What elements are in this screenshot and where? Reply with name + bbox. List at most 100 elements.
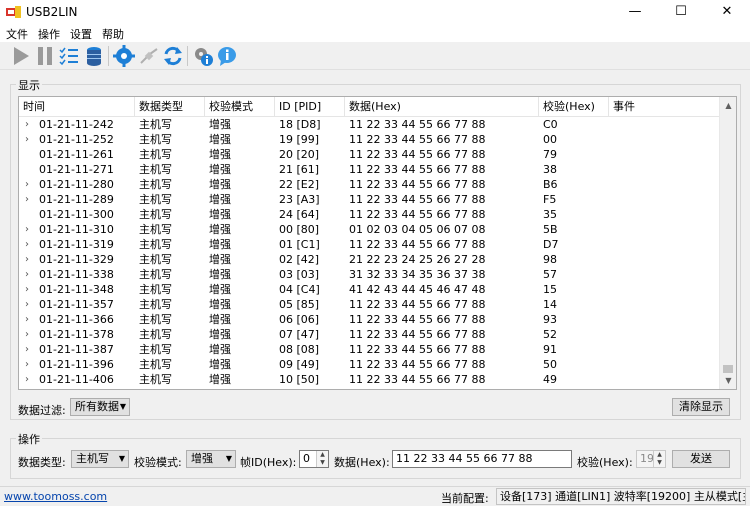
- expand-chevron-icon[interactable]: ›: [25, 297, 29, 312]
- cell-id: 05 [85]: [279, 298, 320, 311]
- about-icon[interactable]: [216, 45, 238, 67]
- table-row[interactable]: › 01-21-11-242 主机写 增强 18 [D8] 11 22 33 44 55 …: [19, 117, 719, 132]
- list-icon[interactable]: [58, 45, 80, 67]
- table-row[interactable]: › 01-21-11-310 主机写 增强 00 [80] 01 02 03 04 05 …: [19, 222, 719, 237]
- expand-chevron-icon[interactable]: ›: [25, 357, 29, 372]
- config-info-icon[interactable]: [192, 45, 214, 67]
- cell-mode: 增强: [209, 193, 231, 206]
- cell-mode: 增强: [209, 133, 231, 146]
- table-row[interactable]: › 01-21-11-378 主机写 增强 07 [47] 11 22 33 44 55 …: [19, 327, 719, 342]
- cell-data: 01 02 03 04 05 06 07 08: [349, 223, 486, 236]
- table-row[interactable]: › 01-21-11-396 主机写 增强 09 [49] 11 22 33 44 55 …: [19, 357, 719, 372]
- send-button[interactable]: 发送: [672, 450, 730, 468]
- cell-type: 主机写: [139, 253, 172, 266]
- table-row[interactable]: › 01-21-11-338 主机写 增强 03 [03] 31 32 33 34 35 …: [19, 267, 719, 282]
- pause-icon[interactable]: [34, 45, 56, 67]
- expand-chevron-icon[interactable]: ›: [25, 237, 29, 252]
- scroll-down-icon[interactable]: ▼: [720, 372, 736, 389]
- expand-chevron-icon[interactable]: ›: [25, 372, 29, 387]
- cell-check: 91: [543, 343, 557, 356]
- expand-chevron-icon[interactable]: ›: [25, 252, 29, 267]
- table-row[interactable]: › 01-21-11-387 主机写 增强 08 [08] 11 22 33 44 55 …: [19, 342, 719, 357]
- filter-select[interactable]: 所有数据 ▼: [70, 398, 130, 416]
- toolbar: [0, 42, 750, 70]
- frame-id-label: 帧ID(Hex):: [240, 456, 297, 469]
- gear-icon[interactable]: [113, 45, 135, 67]
- check-mode-select-value: 增强: [191, 452, 213, 465]
- cell-id: 10 [50]: [279, 373, 320, 386]
- column-check-mode[interactable]: 校验模式: [205, 97, 275, 117]
- expand-chevron-icon[interactable]: ›: [25, 132, 29, 147]
- data-hex-input[interactable]: 11 22 33 44 55 66 77 88: [392, 450, 572, 468]
- scroll-up-icon[interactable]: ▲: [720, 97, 736, 114]
- table-row[interactable]: 01-21-11-261 主机写 增强 20 [20] 11 22 33 44 55 6…: [19, 147, 719, 162]
- cell-time: 01-21-11-338: [39, 268, 114, 281]
- cell-data: 21 22 23 24 25 26 27 28: [349, 253, 486, 266]
- menu-settings[interactable]: 设置: [70, 26, 92, 42]
- website-link[interactable]: www.toomoss.com: [4, 490, 107, 503]
- expand-chevron-icon[interactable]: ›: [25, 282, 29, 297]
- cell-time: 01-21-11-280: [39, 178, 114, 191]
- column-event[interactable]: 事件: [609, 97, 719, 117]
- refresh-icon[interactable]: [162, 45, 184, 67]
- cell-time: 01-21-11-252: [39, 133, 114, 146]
- table-row[interactable]: › 01-21-11-319 主机写 增强 01 [C1] 11 22 33 44 55 …: [19, 237, 719, 252]
- table-row[interactable]: › 01-21-11-406 主机写 增强 10 [50] 11 22 33 44 55 …: [19, 372, 719, 387]
- table-row[interactable]: › 01-21-11-252 主机写 增强 19 [99] 11 22 33 44 55 …: [19, 132, 719, 147]
- data-type-select[interactable]: 主机写 ▼: [71, 450, 129, 468]
- frame-id-spinner[interactable]: ▲ ▼: [316, 451, 328, 467]
- column-time[interactable]: 时间: [19, 97, 135, 117]
- cell-type: 主机写: [139, 328, 172, 341]
- table-row[interactable]: › 01-21-11-357 主机写 增强 05 [85] 11 22 33 44 55 …: [19, 297, 719, 312]
- cell-time: 01-21-11-378: [39, 328, 114, 341]
- expand-chevron-icon[interactable]: ›: [25, 342, 29, 357]
- table-row[interactable]: 01-21-11-271 主机写 增强 21 [61] 11 22 33 44 55 6…: [19, 162, 719, 177]
- play-icon[interactable]: [10, 45, 32, 67]
- column-data-type[interactable]: 数据类型: [135, 97, 205, 117]
- cell-data: 11 22 33 44 55 66 77 88: [349, 148, 486, 161]
- cell-check: 98: [543, 253, 557, 266]
- cell-time: 01-21-11-406: [39, 373, 114, 386]
- column-id-pid[interactable]: ID [PID]: [275, 97, 345, 117]
- cell-id: 03 [03]: [279, 268, 320, 281]
- check-mode-select[interactable]: 增强 ▼: [186, 450, 236, 468]
- expand-chevron-icon[interactable]: ›: [25, 177, 29, 192]
- cell-data: 11 22 33 44 55 66 77 88: [349, 118, 486, 131]
- table-row[interactable]: › 01-21-11-366 主机写 增强 06 [06] 11 22 33 44 55 …: [19, 312, 719, 327]
- clear-display-button[interactable]: 清除显示: [672, 398, 730, 416]
- cell-time: 01-21-11-300: [39, 208, 114, 221]
- expand-chevron-icon[interactable]: ›: [25, 192, 29, 207]
- cell-mode: 增强: [209, 313, 231, 326]
- cell-type: 主机写: [139, 163, 172, 176]
- menu-help[interactable]: 帮助: [102, 26, 124, 42]
- plugin-icon[interactable]: [138, 45, 160, 67]
- table-row[interactable]: › 01-21-11-289 主机写 增强 23 [A3] 11 22 33 44 55 …: [19, 192, 719, 207]
- message-table[interactable]: 时间 数据类型 校验模式 ID [PID] 数据(Hex) 校验(Hex) 事件…: [18, 96, 737, 390]
- data-hex-label: 数据(Hex):: [334, 456, 390, 469]
- close-button[interactable]: ✕: [704, 0, 750, 24]
- frame-id-input[interactable]: 0 ▲ ▼: [299, 450, 329, 468]
- expand-chevron-icon[interactable]: ›: [25, 327, 29, 342]
- table-row[interactable]: › 01-21-11-329 主机写 增强 02 [42] 21 22 23 24 25 …: [19, 252, 719, 267]
- table-row[interactable]: 01-21-11-300 主机写 增强 24 [64] 11 22 33 44 55 6…: [19, 207, 719, 222]
- column-data-hex[interactable]: 数据(Hex): [345, 97, 539, 117]
- cell-data: 11 22 33 44 55 66 77 88: [349, 358, 486, 371]
- column-checksum-hex[interactable]: 校验(Hex): [539, 97, 609, 117]
- vertical-scrollbar[interactable]: ▲ ▼: [719, 97, 736, 389]
- expand-chevron-icon[interactable]: ›: [25, 312, 29, 327]
- expand-chevron-icon[interactable]: ›: [25, 117, 29, 132]
- expand-chevron-icon[interactable]: ›: [25, 267, 29, 282]
- cell-type: 主机写: [139, 208, 172, 221]
- minimize-button[interactable]: —: [612, 0, 658, 24]
- table-row[interactable]: › 01-21-11-348 主机写 增强 04 [C4] 41 42 43 44 45 …: [19, 282, 719, 297]
- cell-time: 01-21-11-396: [39, 358, 114, 371]
- menu-operate[interactable]: 操作: [38, 26, 60, 42]
- cell-mode: 增强: [209, 178, 231, 191]
- maximize-button[interactable]: ☐: [658, 0, 704, 24]
- database-icon[interactable]: [83, 45, 105, 67]
- cell-mode: 增强: [209, 268, 231, 281]
- table-row[interactable]: › 01-21-11-280 主机写 增强 22 [E2] 11 22 33 44 55 …: [19, 177, 719, 192]
- cell-id: 19 [99]: [279, 133, 320, 146]
- expand-chevron-icon[interactable]: ›: [25, 222, 29, 237]
- menu-file[interactable]: 文件: [6, 26, 28, 42]
